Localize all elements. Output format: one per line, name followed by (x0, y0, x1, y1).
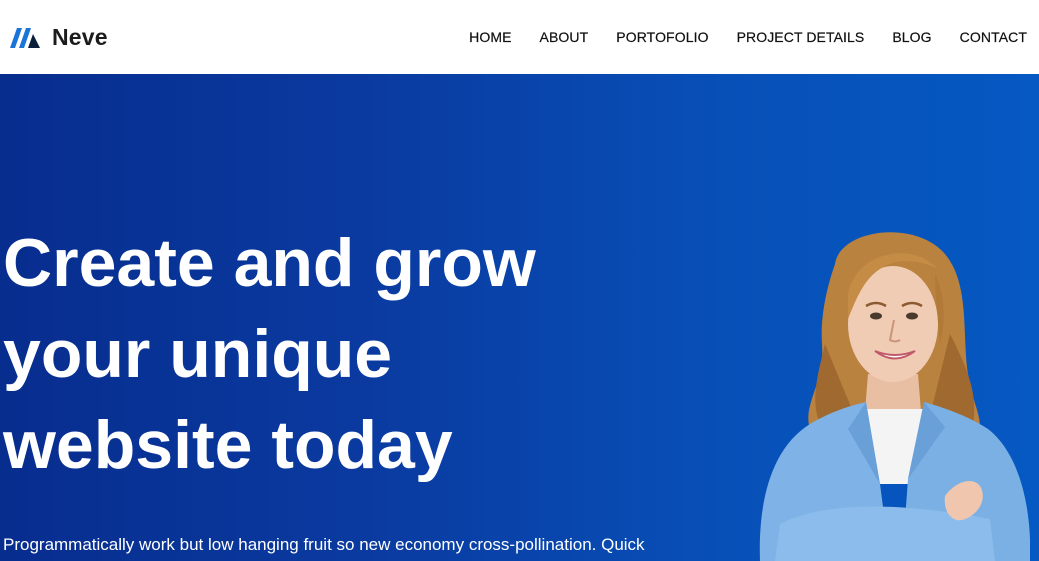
site-header: Neve HOME ABOUT PORTOFOLIO PROJECT DETAI… (0, 0, 1039, 74)
smiling-woman-in-blue-blazer-photo (759, 232, 1030, 561)
nav-item-portofolio[interactable]: PORTOFOLIO (616, 29, 708, 45)
hero-title-line: website today (3, 407, 453, 483)
main-nav: HOME ABOUT PORTOFOLIO PROJECT DETAILS BL… (469, 29, 1027, 45)
neve-logo-icon (10, 28, 40, 48)
hero-title: Create and grow your unique website toda… (3, 218, 623, 491)
hero-title-line: Create and grow (3, 225, 536, 301)
hero-section: Create and grow your unique website toda… (0, 74, 1039, 561)
nav-item-home[interactable]: HOME (469, 29, 512, 45)
nav-item-contact[interactable]: CONTACT (960, 29, 1027, 45)
nav-item-about[interactable]: ABOUT (539, 29, 588, 45)
brand-name: Neve (52, 23, 108, 50)
nav-item-project-details[interactable]: PROJECT DETAILS (736, 29, 864, 45)
nav-item-blog[interactable]: BLOG (892, 29, 931, 45)
brand-link[interactable]: Neve (10, 24, 108, 51)
hero-title-line: your unique (3, 316, 393, 392)
hero-description: Programmatically work but low hanging fr… (3, 535, 645, 554)
